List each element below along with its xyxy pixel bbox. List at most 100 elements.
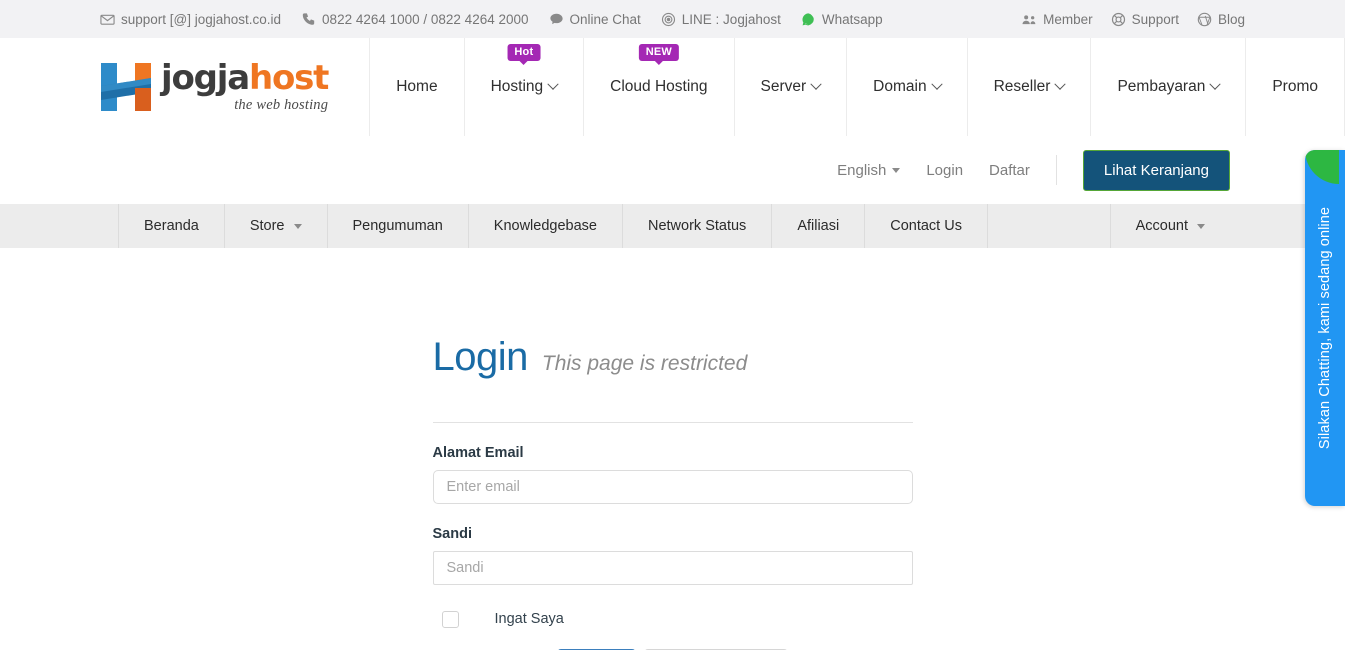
nav-label: Home: [396, 78, 437, 96]
topbar-right-group: Member Support Blog: [1022, 12, 1245, 27]
page-header: Login This page is restricted: [433, 310, 913, 423]
line-icon: [661, 12, 676, 27]
nav-label: Pembayaran: [1117, 78, 1205, 96]
email-input[interactable]: [433, 470, 913, 504]
topbar-email-label: support [@] jogjahost.co.id: [121, 12, 281, 27]
subnav-label: Afiliasi: [797, 218, 839, 234]
chevron-down-icon: [547, 79, 558, 90]
chat-bubble-icon: [549, 12, 564, 27]
login-link[interactable]: Login: [926, 162, 963, 179]
wordpress-icon: [1197, 12, 1212, 27]
subnav-label: Store: [250, 218, 285, 234]
caret-down-icon: [294, 224, 302, 229]
main-content: Login This page is restricted Alamat Ema…: [0, 248, 1345, 650]
nav-label: Reseller: [994, 78, 1051, 96]
nav-item-home[interactable]: Home: [369, 38, 463, 136]
subnav-item-pengumuman[interactable]: Pengumuman: [328, 204, 469, 248]
remember-me-checkbox[interactable]: [442, 611, 459, 628]
nav-item-promo[interactable]: Promo: [1245, 38, 1345, 136]
site-logo: jogjahost the web hosting: [100, 58, 328, 116]
nav-label: Hosting: [491, 78, 544, 96]
email-label: Alamat Email: [433, 445, 913, 461]
chevron-down-icon: [811, 79, 822, 90]
language-label: English: [837, 162, 886, 179]
chevron-down-icon: [1055, 79, 1066, 90]
logo-tagline: the web hosting: [161, 98, 328, 113]
nav-item-hosting[interactable]: Hot Hosting: [464, 38, 584, 136]
nav-item-server[interactable]: Server: [734, 38, 847, 136]
logo-word: jogjahost: [161, 61, 328, 95]
topbar-support-label: Support: [1132, 12, 1179, 27]
subnav-item-contact-us[interactable]: Contact Us: [865, 204, 988, 248]
topbar-online-chat[interactable]: Online Chat: [549, 12, 641, 27]
caret-down-icon: [1197, 224, 1205, 229]
topbar-online-chat-label: Online Chat: [570, 12, 641, 27]
subnav-item-store[interactable]: Store: [225, 204, 328, 248]
nav-label: Server: [761, 78, 807, 96]
nav-item-reseller[interactable]: Reseller: [967, 38, 1091, 136]
login-label: Login: [926, 162, 963, 179]
topbar-support[interactable]: Support: [1111, 12, 1179, 27]
caret-down-icon: [892, 168, 900, 173]
page-subtitle: This page is restricted: [542, 352, 747, 376]
site-header: jogjahost the web hosting Home Hot Hosti…: [0, 38, 1345, 136]
nav-badge-hot: Hot: [507, 44, 540, 61]
nav-item-pembayaran[interactable]: Pembayaran: [1090, 38, 1245, 136]
secondary-nav-right: Account: [1110, 204, 1230, 248]
topbar-phone[interactable]: 0822 4264 1000 / 0822 4264 2000: [301, 12, 528, 27]
whatsapp-icon: [801, 12, 816, 27]
register-link[interactable]: Daftar: [989, 162, 1030, 179]
subnav-item-network-status[interactable]: Network Status: [623, 204, 772, 248]
topbar-email[interactable]: support [@] jogjahost.co.id: [100, 12, 281, 27]
password-label: Sandi: [433, 526, 913, 542]
jogjahost-logo-icon: [100, 58, 152, 116]
subnav-item-afiliasi[interactable]: Afiliasi: [772, 204, 865, 248]
chevron-down-icon: [1210, 79, 1221, 90]
subnav-label: Pengumuman: [353, 218, 443, 234]
nav-label: Cloud Hosting: [610, 78, 707, 96]
nav-label: Promo: [1272, 78, 1318, 96]
nav-item-domain[interactable]: Domain: [846, 38, 966, 136]
subnav-item-knowledgebase[interactable]: Knowledgebase: [469, 204, 623, 248]
topbar-member[interactable]: Member: [1022, 12, 1093, 27]
view-cart-button[interactable]: Lihat Keranjang: [1083, 150, 1230, 191]
topbar-line[interactable]: LINE : Jogjahost: [661, 12, 781, 27]
topbar-phone-label: 0822 4264 1000 / 0822 4264 2000: [322, 12, 528, 27]
phone-icon: [301, 12, 316, 27]
nav-badge-new: NEW: [639, 44, 679, 61]
topbar-whatsapp-label: Whatsapp: [822, 12, 883, 27]
account-row: English Login Daftar Lihat Keranjang: [0, 136, 1345, 204]
nav-label: Domain: [873, 78, 926, 96]
subnav-label: Network Status: [648, 218, 746, 234]
topbar-whatsapp[interactable]: Whatsapp: [801, 12, 883, 27]
password-input[interactable]: [433, 551, 913, 585]
subnav-item-account[interactable]: Account: [1110, 204, 1230, 248]
secondary-nav-items: Beranda Store Pengumuman Knowledgebase N…: [118, 204, 988, 248]
remember-me-label[interactable]: Ingat Saya: [495, 611, 564, 627]
register-label: Daftar: [989, 162, 1030, 179]
envelope-icon: [100, 12, 115, 27]
chat-widget-tab[interactable]: Silakan Chatting, kami sedang online: [1305, 150, 1345, 506]
email-form-group: Alamat Email: [433, 445, 913, 504]
chevron-down-icon: [931, 79, 942, 90]
main-navigation: Home Hot Hosting NEW Cloud Hosting Serve…: [369, 38, 1345, 136]
subnav-label: Contact Us: [890, 218, 962, 234]
topbar-line-label: LINE : Jogjahost: [682, 12, 781, 27]
topbar-member-label: Member: [1043, 12, 1093, 27]
subnav-label: Beranda: [144, 218, 199, 234]
page-title: Login: [433, 337, 528, 377]
lifebuoy-icon: [1111, 12, 1126, 27]
logo-wordmark: jogjahost the web hosting: [161, 61, 328, 113]
nav-item-cloud-hosting[interactable]: NEW Cloud Hosting: [583, 38, 733, 136]
chat-widget-label: Silakan Chatting, kami sedang online: [1305, 150, 1345, 506]
subnav-item-beranda[interactable]: Beranda: [118, 204, 225, 248]
topbar-blog[interactable]: Blog: [1197, 12, 1245, 27]
password-form-group: Sandi: [433, 526, 913, 585]
language-selector[interactable]: English: [837, 162, 900, 179]
subnav-label: Knowledgebase: [494, 218, 597, 234]
top-utility-bar: support [@] jogjahost.co.id 0822 4264 10…: [0, 0, 1345, 38]
users-icon: [1022, 12, 1037, 27]
topbar-blog-label: Blog: [1218, 12, 1245, 27]
secondary-navigation: Beranda Store Pengumuman Knowledgebase N…: [0, 204, 1345, 248]
logo-link[interactable]: jogjahost the web hosting: [100, 38, 369, 136]
